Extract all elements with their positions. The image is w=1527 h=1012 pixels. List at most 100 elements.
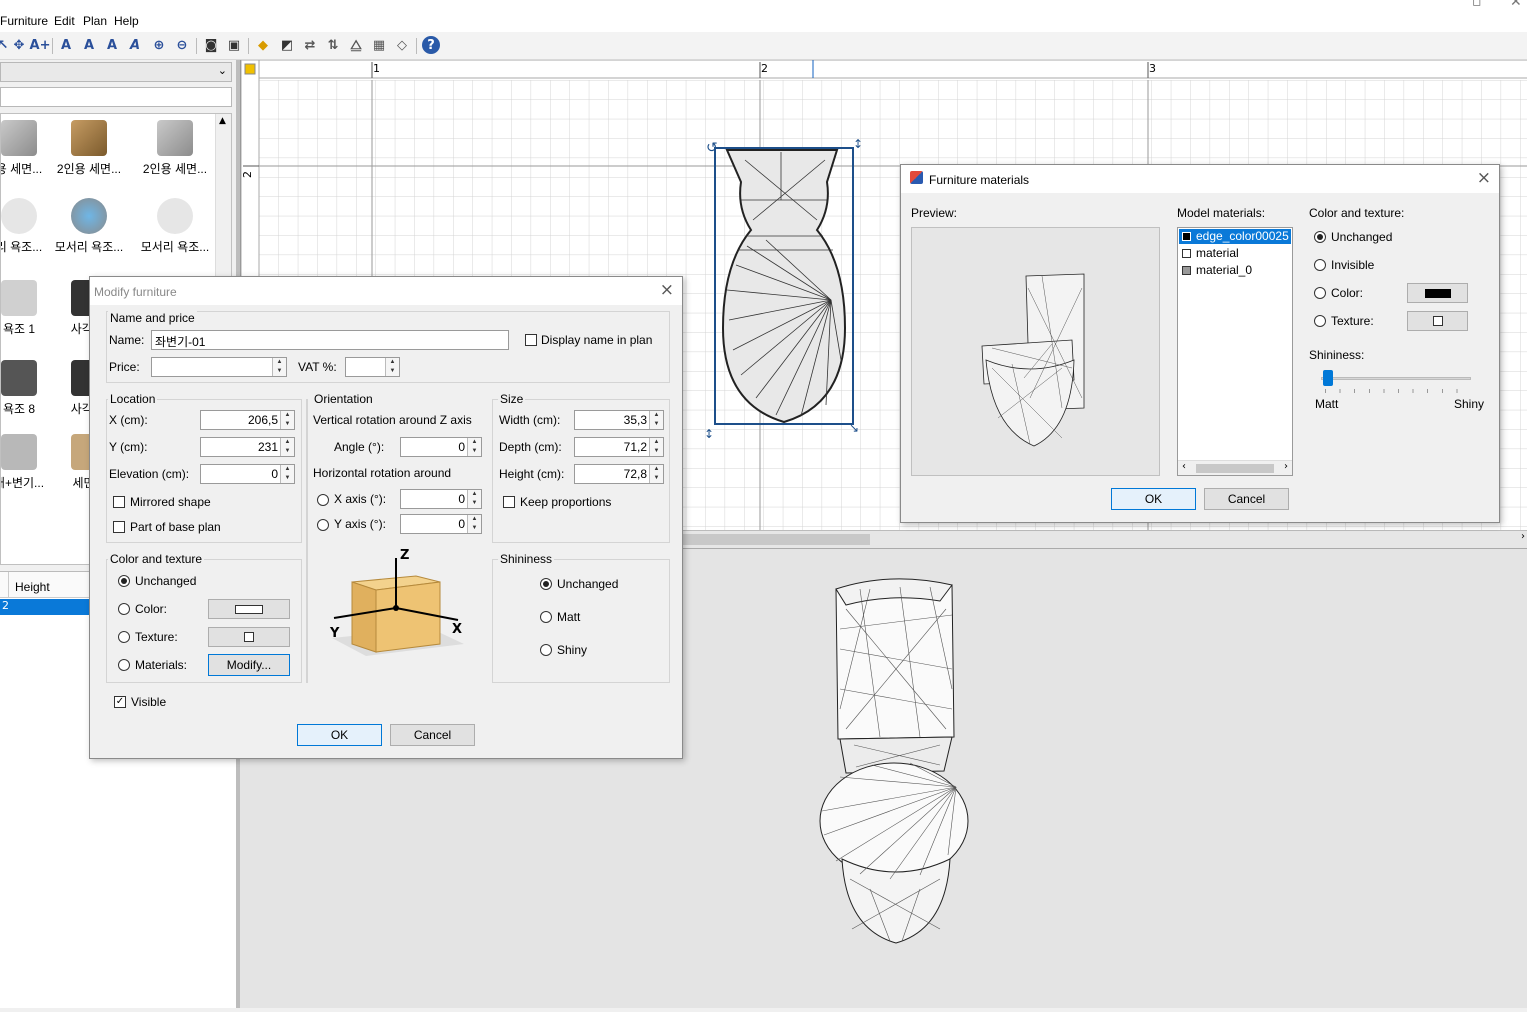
- ok-button[interactable]: OK: [1111, 488, 1196, 510]
- text-style-icon[interactable]: A: [80, 36, 98, 54]
- close-icon[interactable]: ×: [1477, 168, 1491, 188]
- keep-proportions-checkbox[interactable]: [503, 496, 515, 508]
- spinner[interactable]: ▲ ▼: [467, 490, 481, 508]
- add-text-icon[interactable]: A+: [30, 36, 51, 54]
- invisible-radio[interactable]: [1314, 259, 1326, 271]
- catalog-item[interactable]: 모서리 욕조...: [135, 198, 215, 255]
- video-icon[interactable]: ▣: [225, 36, 243, 54]
- color-radio[interactable]: [1314, 287, 1326, 299]
- name-field[interactable]: 좌변기-01: [151, 330, 509, 350]
- bold-text-icon[interactable]: A: [103, 36, 121, 54]
- table-row-selected[interactable]: 2: [0, 599, 90, 615]
- search-input[interactable]: [0, 87, 232, 107]
- spinner[interactable]: ▲ ▼: [649, 465, 663, 483]
- matt-radio[interactable]: [540, 611, 552, 623]
- zoom-in-icon[interactable]: ⊕: [150, 36, 168, 54]
- spinner[interactable]: ▲ ▼: [649, 438, 663, 456]
- color-button[interactable]: [208, 599, 290, 619]
- texture-radio[interactable]: [1314, 315, 1326, 327]
- import-wizard-icon[interactable]: ◩: [278, 36, 296, 54]
- x-field[interactable]: 206,5 ▲ ▼: [200, 410, 295, 430]
- list-item[interactable]: edge_color00025: [1179, 229, 1291, 244]
- menu-furniture[interactable]: Furniture: [0, 14, 48, 28]
- spinner[interactable]: ▲ ▼: [649, 411, 663, 429]
- group-label: Name and price: [108, 311, 197, 325]
- measure-icon[interactable]: ◇: [393, 36, 411, 54]
- close-window-icon[interactable]: ✕: [1510, 0, 1522, 10]
- color-radio[interactable]: [118, 603, 130, 615]
- camera-icon[interactable]: ◙: [202, 36, 220, 54]
- help-icon[interactable]: ?: [422, 36, 440, 54]
- spinner[interactable]: ▲ ▼: [280, 411, 294, 429]
- elevation-field[interactable]: 0 ▲ ▼: [200, 464, 295, 484]
- visible-checkbox[interactable]: ✓: [114, 696, 126, 708]
- cancel-button[interactable]: Cancel: [390, 724, 475, 746]
- unchanged-radio[interactable]: [1314, 231, 1326, 243]
- spinner[interactable]: ▲ ▼: [280, 465, 294, 483]
- x-axis-field[interactable]: 0 ▲ ▼: [400, 489, 482, 509]
- depth-field[interactable]: 71,2 ▲ ▼: [574, 437, 664, 457]
- furniture-materials-dialog: Furniture materials × Preview: Model mat…: [900, 164, 1500, 523]
- category-combo[interactable]: ⌄: [0, 62, 232, 82]
- menu-edit[interactable]: Edit: [54, 14, 75, 28]
- flip-icon[interactable]: ⇄: [301, 36, 319, 54]
- texture-label: Texture:: [1331, 314, 1374, 328]
- width-field[interactable]: 35,3 ▲ ▼: [574, 410, 664, 430]
- zoom-out-icon[interactable]: ⊖: [173, 36, 191, 54]
- spinner[interactable]: ▲ ▼: [272, 358, 286, 376]
- materials-radio[interactable]: [118, 659, 130, 671]
- list-item[interactable]: material: [1179, 246, 1291, 261]
- list-horizontal-scrollbar[interactable]: ‹ ›: [1178, 460, 1292, 475]
- column-header-height[interactable]: Height: [11, 576, 54, 598]
- menu-help[interactable]: Help: [114, 14, 139, 28]
- import-furniture-icon[interactable]: ◆: [254, 36, 272, 54]
- color-button[interactable]: [1407, 283, 1468, 303]
- align-icon[interactable]: ⇅: [324, 36, 342, 54]
- resize-indicator-icon: ↘: [849, 421, 859, 435]
- texture-button[interactable]: [208, 627, 290, 647]
- spinner[interactable]: ▲ ▼: [467, 515, 481, 533]
- shininess-slider[interactable]: [1321, 377, 1471, 380]
- angle-label: Angle (°):: [334, 440, 385, 454]
- shininess-unchanged-radio[interactable]: [540, 578, 552, 590]
- spinner[interactable]: ▲ ▼: [385, 358, 399, 376]
- list-item[interactable]: material_0: [1179, 263, 1291, 278]
- cancel-button[interactable]: Cancel: [1204, 488, 1289, 510]
- catalog-item[interactable]: 2인용 세면...: [49, 120, 129, 177]
- spinner[interactable]: ▲ ▼: [280, 438, 294, 456]
- spinner[interactable]: ▲ ▼: [467, 438, 481, 456]
- slider-thumb[interactable]: [1323, 370, 1333, 386]
- height-field[interactable]: 72,8 ▲ ▼: [574, 464, 664, 484]
- material-preview[interactable]: [911, 227, 1160, 476]
- unchanged-label: Unchanged: [135, 574, 197, 588]
- pan-icon[interactable]: ✥: [10, 36, 28, 54]
- vat-field[interactable]: ▲ ▼: [345, 357, 400, 377]
- texture-button[interactable]: [1407, 311, 1468, 331]
- base-plan-checkbox[interactable]: [113, 521, 125, 533]
- restore-icon[interactable]: ▫: [1472, 0, 1482, 10]
- close-icon[interactable]: ×: [660, 280, 674, 300]
- display-name-checkbox[interactable]: [525, 334, 537, 346]
- y-axis-radio[interactable]: [317, 519, 329, 531]
- catalog-item[interactable]: 모서리 욕조...: [49, 198, 129, 255]
- grid-icon[interactable]: ▦: [370, 36, 388, 54]
- ok-button[interactable]: OK: [297, 724, 382, 746]
- unchanged-label: Unchanged: [1331, 230, 1393, 244]
- y-axis-field[interactable]: 0 ▲ ▼: [400, 514, 482, 534]
- x-axis-radio[interactable]: [317, 494, 329, 506]
- angle-field[interactable]: 0 ▲ ▼: [400, 437, 482, 457]
- menu-plan[interactable]: Plan: [83, 14, 107, 28]
- price-field[interactable]: ▲ ▼: [151, 357, 287, 377]
- mirror-icon[interactable]: ⧋: [347, 36, 365, 54]
- modify-materials-button[interactable]: Modify...: [208, 654, 290, 676]
- italic-text-icon[interactable]: A: [126, 36, 144, 54]
- texture-radio[interactable]: [118, 631, 130, 643]
- shiny-label: Shiny: [1454, 397, 1485, 411]
- catalog-item[interactable]: 2인용 세면...: [135, 120, 215, 177]
- horizontal-rotation-label: Horizontal rotation around: [313, 466, 452, 480]
- y-field[interactable]: 231 ▲ ▼: [200, 437, 295, 457]
- mirrored-checkbox[interactable]: [113, 496, 125, 508]
- text-style-icon[interactable]: A: [57, 36, 75, 54]
- unchanged-radio[interactable]: [118, 575, 130, 587]
- shiny-radio[interactable]: [540, 644, 552, 656]
